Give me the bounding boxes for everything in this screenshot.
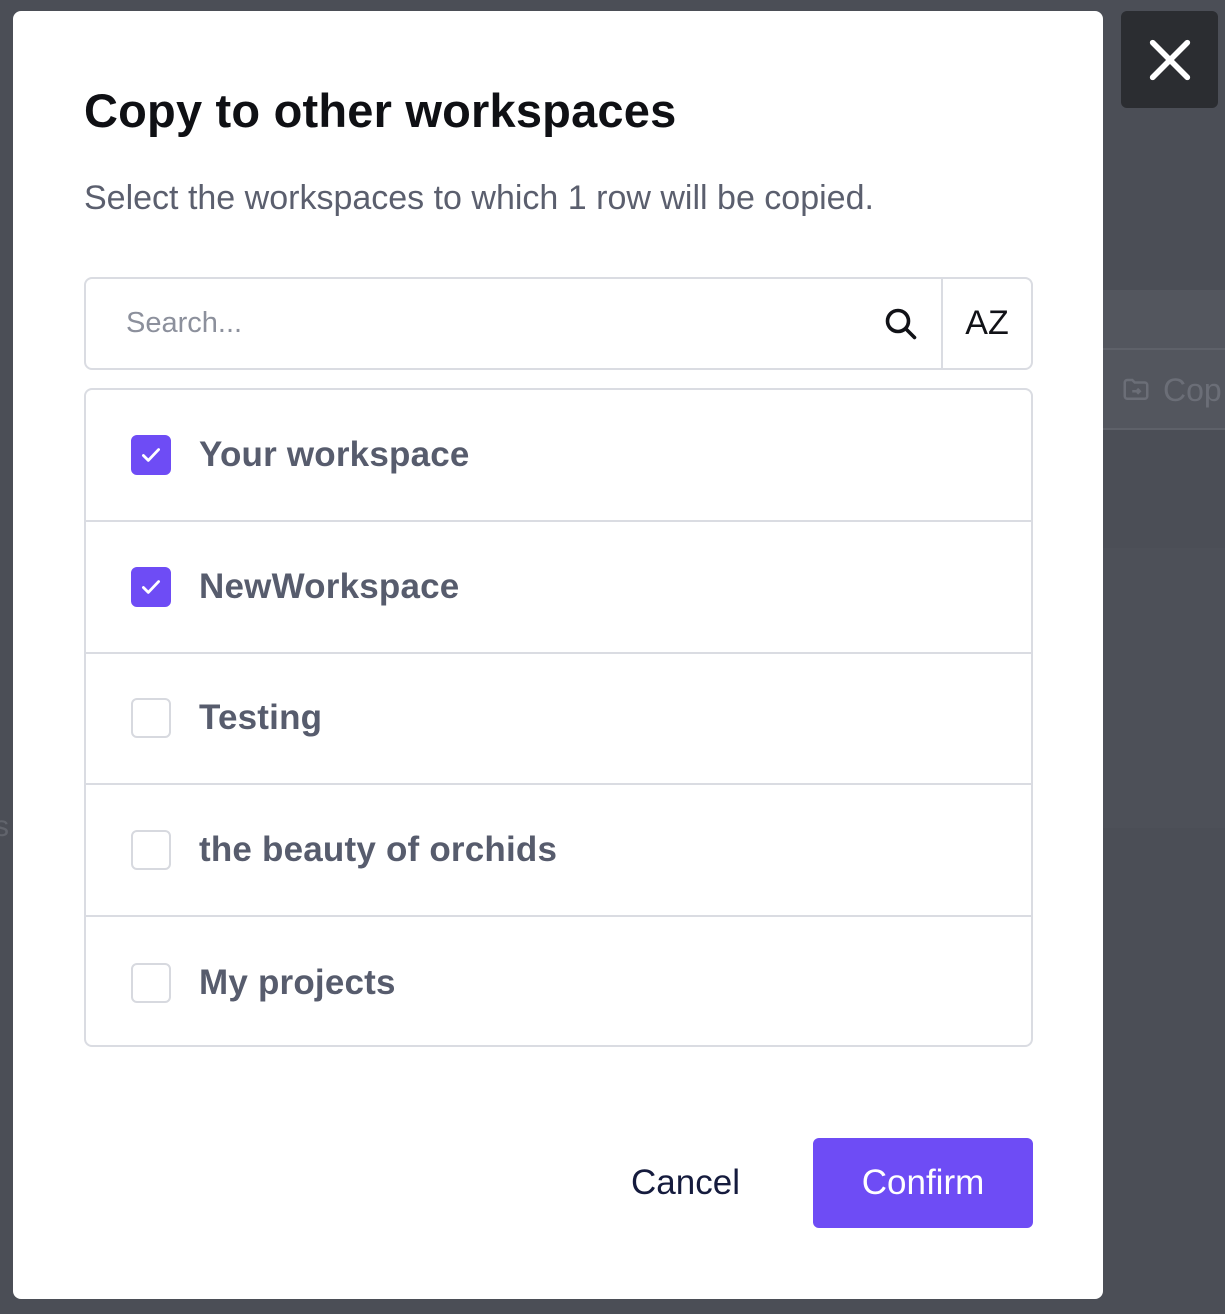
workspace-label: My projects [199, 963, 396, 1003]
workspace-checkbox[interactable] [131, 566, 171, 607]
workspace-label: the beauty of orchids [199, 830, 558, 870]
modal-subtitle: Select the workspaces to which 1 row wil… [84, 179, 874, 217]
background-fragment: s [0, 810, 9, 843]
background-copy-label: Cop [1163, 371, 1222, 408]
workspace-item-the-beauty-of-orchids[interactable]: the beauty of orchids [86, 785, 1031, 918]
workspace-label: Your workspace [199, 434, 470, 474]
check-icon [142, 448, 160, 462]
background-panel [1103, 548, 1225, 828]
workspace-item-newworkspace[interactable]: NewWorkspace [86, 522, 1031, 654]
modal-title: Copy to other workspaces [84, 84, 677, 137]
search-icon[interactable] [861, 279, 941, 368]
workspace-label: NewWorkspace [199, 566, 460, 606]
workspace-checkbox[interactable] [131, 830, 171, 871]
workspace-checkbox[interactable] [131, 434, 171, 475]
confirm-button[interactable]: Confirm [813, 1138, 1033, 1228]
background-copy-button: Cop [1121, 370, 1222, 410]
copy-workspaces-modal: Copy to other workspaces Select the work… [13, 11, 1103, 1299]
search-input[interactable] [86, 279, 861, 368]
workspace-item-my-projects[interactable]: My projects [86, 917, 1031, 1045]
sort-az-button[interactable]: AZ [941, 279, 1031, 368]
search-box: AZ [84, 277, 1033, 370]
cancel-button[interactable]: Cancel [613, 1138, 758, 1228]
workspace-checkbox[interactable] [131, 963, 171, 1004]
check-icon [142, 579, 160, 594]
background-row [1103, 290, 1225, 348]
close-button[interactable] [1121, 11, 1218, 108]
workspace-checkbox[interactable] [131, 698, 171, 739]
workspace-list: Your workspace NewWorkspace Testing the … [84, 388, 1033, 1047]
workspace-label: Testing [199, 698, 323, 738]
folder-copy-icon [1123, 378, 1149, 400]
workspace-item-your-workspace[interactable]: Your workspace [86, 390, 1031, 522]
workspace-item-testing[interactable]: Testing [86, 654, 1031, 786]
close-icon [1149, 39, 1190, 80]
